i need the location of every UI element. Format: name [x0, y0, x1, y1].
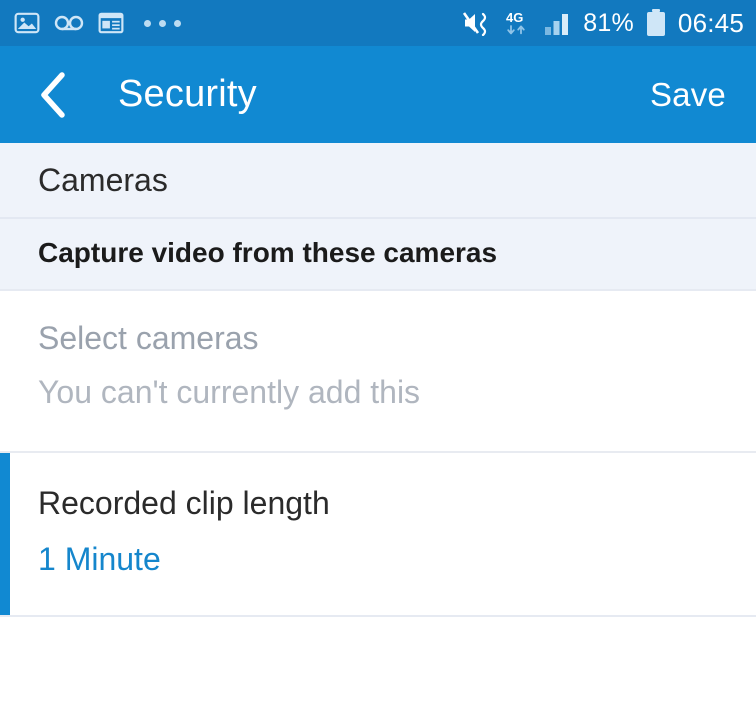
battery-percent-label: 81%: [583, 8, 634, 37]
section-header-cameras: Cameras: [0, 143, 756, 219]
select-cameras-label: Select cameras: [38, 320, 259, 356]
save-button[interactable]: Save: [648, 70, 728, 120]
select-cameras-subtext: You can't currently add this: [38, 374, 421, 411]
news-panel-icon: [98, 10, 124, 36]
status-bar-system: 4G 81% 06:45: [462, 8, 744, 39]
battery-icon: [645, 8, 667, 38]
voicemail-icon: [54, 12, 84, 34]
more-notifications-icon: [144, 19, 181, 27]
mute-vibrate-icon: [462, 10, 496, 37]
status-bar-notifications: [14, 10, 181, 36]
image-icon: [14, 10, 40, 36]
svg-text:4G: 4G: [506, 10, 523, 25]
recorded-clip-length-label: Recorded clip length: [38, 485, 330, 522]
section-header-label: Cameras: [38, 162, 168, 198]
back-button[interactable]: [26, 65, 80, 125]
recorded-clip-length-value: 1 Minute: [38, 541, 161, 578]
phone-screen: 4G 81% 06:45 Security Save Cameras Captu…: [0, 0, 756, 707]
capture-video-row[interactable]: Capture video from these cameras: [0, 219, 756, 291]
page-title: Security: [118, 73, 257, 115]
settings-content: Cameras Capture video from these cameras…: [0, 143, 756, 707]
accent-bar: [0, 453, 10, 615]
content-filler: [0, 616, 756, 707]
signal-bars-icon: [544, 10, 574, 36]
status-bar: 4G 81% 06:45: [0, 0, 756, 46]
capture-video-label: Capture video from these cameras: [38, 237, 498, 268]
app-bar: Security Save: [0, 46, 756, 143]
clock-label: 06:45: [677, 7, 744, 38]
chevron-left-icon: [41, 71, 65, 118]
network-type-icon: 4G: [505, 9, 535, 37]
recorded-clip-length-item[interactable]: Recorded clip length 1 Minute: [0, 453, 756, 617]
select-cameras-item: Select cameras You can't currently add t…: [0, 291, 756, 454]
